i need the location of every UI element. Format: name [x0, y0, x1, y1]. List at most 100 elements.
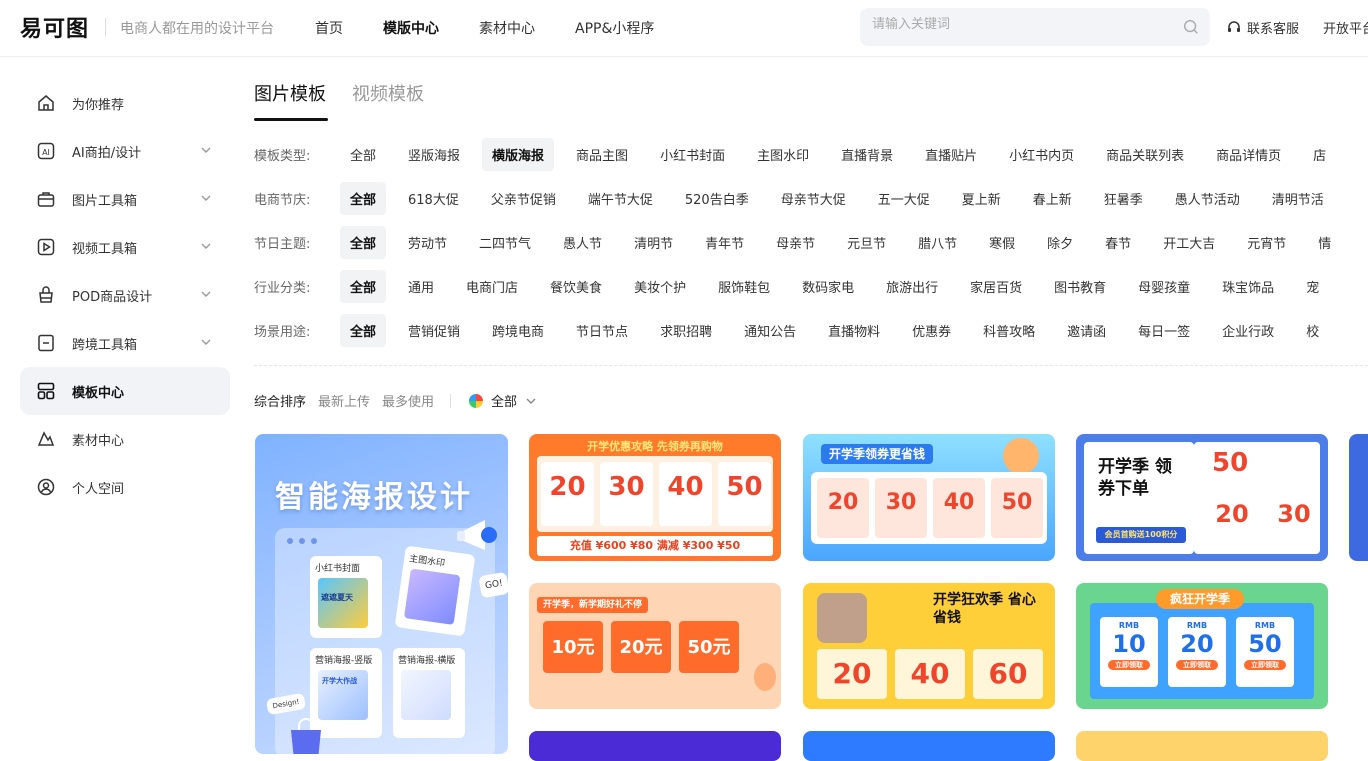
- filter-chip[interactable]: 元宵节: [1237, 226, 1296, 259]
- sort-newest[interactable]: 最新上传: [318, 391, 370, 410]
- filter-chip[interactable]: 春节: [1095, 226, 1141, 259]
- filter-chip[interactable]: 清明节: [624, 226, 683, 259]
- chevron-down-icon[interactable]: [200, 336, 212, 348]
- filter-chip[interactable]: 夏上新: [952, 182, 1011, 215]
- filter-chip[interactable]: 图书教育: [1044, 270, 1116, 303]
- customer-service-link[interactable]: 联系客服: [1226, 18, 1299, 37]
- filter-chip[interactable]: 营销促销: [398, 314, 470, 347]
- chevron-down-icon[interactable]: [200, 192, 212, 204]
- filter-chip[interactable]: 商品主图: [566, 138, 638, 171]
- filter-chip[interactable]: 数码家电: [792, 270, 864, 303]
- claim-button[interactable]: 立即领取: [1176, 660, 1218, 670]
- filter-chip[interactable]: 全部: [340, 313, 387, 347]
- filter-chip[interactable]: 每日一签: [1128, 314, 1200, 347]
- filter-chip[interactable]: 直播物料: [818, 314, 890, 347]
- filter-chip[interactable]: 跨境电商: [482, 314, 554, 347]
- filter-chip[interactable]: 五一大促: [868, 182, 940, 215]
- filter-chip[interactable]: 开工大吉: [1153, 226, 1225, 259]
- template-card[interactable]: 疯狂开学季 RMB 10 立即领取 RMB 20 立即领取 RMB 50 立即领…: [1076, 583, 1328, 709]
- sort-comprehensive[interactable]: 综合排序: [254, 391, 306, 410]
- chevron-down-icon[interactable]: [200, 144, 212, 156]
- search-icon[interactable]: [1182, 18, 1200, 36]
- tab-image-templates[interactable]: 图片模板: [254, 80, 326, 106]
- filter-chip[interactable]: 求职招聘: [650, 314, 722, 347]
- template-card-partial[interactable]: [529, 731, 781, 761]
- filter-chip[interactable]: 除夕: [1037, 226, 1083, 259]
- claim-button[interactable]: 立即领取: [1108, 660, 1150, 670]
- filter-chip[interactable]: 春上新: [1023, 182, 1082, 215]
- filter-chip[interactable]: 通用: [398, 270, 444, 303]
- sidebar-item-video-tools[interactable]: 视频工具箱: [20, 223, 230, 271]
- nav-home[interactable]: 首页: [315, 18, 343, 38]
- filter-chip[interactable]: 直播背景: [831, 138, 903, 171]
- sidebar-item-recommend[interactable]: 为你推荐: [20, 79, 230, 127]
- filter-chip[interactable]: 劳动节: [398, 226, 457, 259]
- open-platform-link[interactable]: 开放平台: [1323, 18, 1368, 37]
- filter-chip[interactable]: 商品详情页: [1206, 138, 1291, 171]
- color-wheel-icon[interactable]: [469, 393, 484, 408]
- template-card-partial[interactable]: [1076, 731, 1328, 761]
- filter-chip[interactable]: 小红书内页: [999, 138, 1084, 171]
- filter-chip[interactable]: 狂暑季: [1094, 182, 1153, 215]
- sidebar-item-templates[interactable]: 模板中心: [20, 367, 230, 415]
- filter-chip[interactable]: 美妆个护: [624, 270, 696, 303]
- filter-chip[interactable]: 节日节点: [566, 314, 638, 347]
- template-card[interactable]: 开学狂欢季 省心省钱 20 40 60: [803, 583, 1055, 709]
- filter-chip[interactable]: 全部: [340, 269, 387, 303]
- filter-chip[interactable]: 腊八节: [908, 226, 967, 259]
- chevron-down-icon[interactable]: [200, 288, 212, 300]
- filter-chip[interactable]: 宠: [1296, 270, 1329, 303]
- sidebar-item-pod[interactable]: POD商品设计: [20, 271, 230, 319]
- template-card[interactable]: 开学季领券更省钱 20 30 40 50: [803, 434, 1055, 561]
- filter-chip[interactable]: 主图水印: [747, 138, 819, 171]
- chevron-down-icon[interactable]: [200, 240, 212, 252]
- filter-chip[interactable]: 科普攻略: [973, 314, 1045, 347]
- sidebar-item-image-tools[interactable]: 图片工具箱: [20, 175, 230, 223]
- sidebar-item-personal[interactable]: 个人空间: [20, 463, 230, 511]
- filter-chip[interactable]: 青年节: [695, 226, 754, 259]
- filter-chip[interactable]: 母婴孩童: [1128, 270, 1200, 303]
- filter-chip[interactable]: 清明节活: [1262, 182, 1334, 215]
- filter-chip[interactable]: 情: [1308, 226, 1341, 259]
- filter-chip[interactable]: 店: [1303, 138, 1336, 171]
- nav-templates[interactable]: 模版中心: [383, 18, 439, 38]
- filter-chip[interactable]: 全部: [340, 225, 387, 259]
- filter-chip[interactable]: 寒假: [979, 226, 1025, 259]
- filter-chip[interactable]: 通知公告: [734, 314, 806, 347]
- filter-chip[interactable]: 企业行政: [1212, 314, 1284, 347]
- color-filter-label[interactable]: 全部: [491, 391, 517, 410]
- filter-chip[interactable]: 618大促: [398, 182, 469, 215]
- filter-chip[interactable]: 元旦节: [837, 226, 896, 259]
- claim-button[interactable]: 立即领取: [1244, 660, 1286, 670]
- filter-chip[interactable]: 全部: [340, 181, 387, 215]
- sort-most-used[interactable]: 最多使用: [382, 391, 434, 410]
- tab-video-templates[interactable]: 视频模板: [352, 80, 424, 106]
- nav-app[interactable]: APP&小程序: [575, 18, 654, 38]
- filter-chip[interactable]: 愚人节活动: [1165, 182, 1250, 215]
- filter-chip[interactable]: 二四节气: [469, 226, 541, 259]
- filter-chip[interactable]: 竖版海报: [398, 138, 470, 171]
- template-card[interactable]: 开学季 领券下单 50 20 30 会员首购送100积分: [1076, 434, 1328, 561]
- sidebar-item-materials[interactable]: 素材中心: [20, 415, 230, 463]
- filter-chip[interactable]: 520告白季: [675, 182, 759, 215]
- template-card-partial[interactable]: [803, 731, 1055, 761]
- filter-chip[interactable]: 母亲节: [766, 226, 825, 259]
- filter-chip[interactable]: 旅游出行: [876, 270, 948, 303]
- filter-chip[interactable]: 电商门店: [456, 270, 528, 303]
- filter-chip[interactable]: 珠宝饰品: [1212, 270, 1284, 303]
- filter-chip[interactable]: 直播贴片: [915, 138, 987, 171]
- filter-chip[interactable]: 优惠券: [902, 314, 961, 347]
- filter-chip[interactable]: 母亲节大促: [771, 182, 856, 215]
- template-card[interactable]: 开学优惠攻略 先领券再购物 20 30 40 50 充值 ¥600 ¥80 满减…: [529, 434, 781, 561]
- filter-chip[interactable]: 小红书封面: [650, 138, 735, 171]
- template-card[interactable]: 开学季，新学期好礼不停 10元 20元 50元: [529, 583, 781, 709]
- filter-chip[interactable]: 全部: [340, 138, 386, 171]
- sidebar-item-ai[interactable]: AI AI商拍/设计: [20, 127, 230, 175]
- filter-chip[interactable]: 校: [1296, 314, 1329, 347]
- filter-chip[interactable]: 父亲节促销: [481, 182, 566, 215]
- smart-poster-card[interactable]: 智能海报设计 小红书封面 遮遮夏天 主图水印 营销海报-竖版 开学大作战 营销海…: [255, 434, 508, 754]
- filter-chip[interactable]: 商品关联列表: [1096, 138, 1194, 171]
- filter-chip[interactable]: 端午节大促: [578, 182, 663, 215]
- chevron-down-icon[interactable]: [525, 395, 537, 407]
- filter-chip[interactable]: 横版海报: [482, 137, 555, 171]
